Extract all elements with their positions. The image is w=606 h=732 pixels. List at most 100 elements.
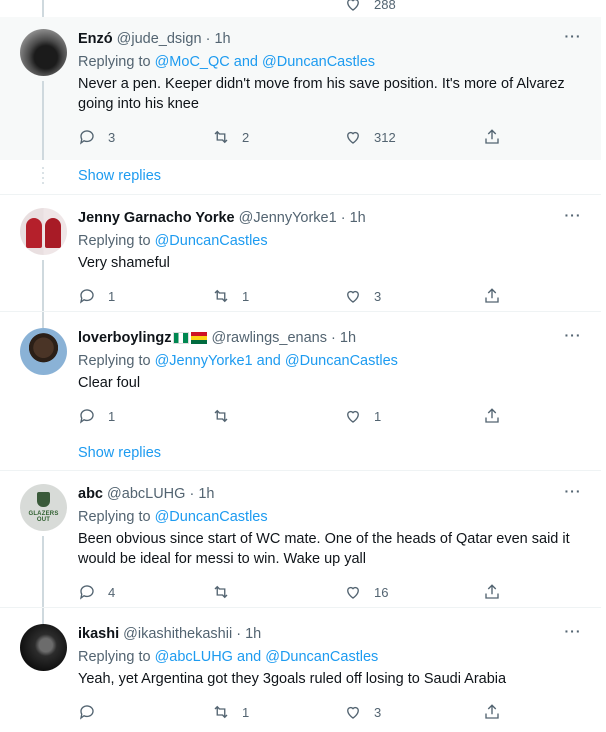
tweet-loverboylingz[interactable]: loverboylingz @rawlings_enans · 1h ··· R… xyxy=(0,316,601,436)
share-icon xyxy=(485,129,499,144)
tweet-actions: 1 3 xyxy=(78,702,518,724)
timestamp[interactable]: 1h xyxy=(198,486,214,502)
separator: · xyxy=(340,210,346,226)
thread-line xyxy=(42,536,44,612)
tweet-actions: 1 1 xyxy=(78,406,518,428)
avatar[interactable] xyxy=(20,208,67,255)
handle[interactable]: @jude_dsign xyxy=(117,31,202,47)
like-button[interactable]: 1 xyxy=(344,406,381,426)
retweet-icon xyxy=(214,705,228,719)
show-replies-link[interactable]: Show replies xyxy=(78,166,161,186)
mention-link[interactable]: @DuncanCastles xyxy=(262,54,375,70)
reply-button[interactable]: 4 xyxy=(78,582,115,602)
reply-icon xyxy=(79,705,94,720)
retweet-button[interactable]: 1 xyxy=(212,702,249,722)
like-button[interactable]: 312 xyxy=(344,127,396,147)
more-icon[interactable]: ··· xyxy=(563,484,583,504)
tweet-text: Yeah, yet Argentina got they 3goals rule… xyxy=(78,671,507,687)
timestamp[interactable]: 1h xyxy=(340,330,356,346)
display-name[interactable]: ikashi xyxy=(78,626,119,642)
more-icon[interactable]: ··· xyxy=(563,208,583,228)
retweet-button[interactable] xyxy=(212,582,242,602)
separator: · xyxy=(205,31,211,47)
mention-link[interactable]: @DuncanCastles xyxy=(155,233,268,249)
thread-line xyxy=(42,81,44,160)
tweet-actions: 4 16 xyxy=(78,582,518,604)
timestamp[interactable]: 1h xyxy=(245,626,261,642)
like-icon xyxy=(347,0,359,11)
tweet-enzo[interactable]: Enzó @jude_dsign · 1h ··· Replying to @M… xyxy=(0,0,601,160)
show-replies-row[interactable]: Show replies xyxy=(0,436,601,471)
like-button[interactable]: 3 xyxy=(344,702,381,722)
thread-line xyxy=(42,260,44,322)
avatar[interactable] xyxy=(20,624,67,671)
timestamp[interactable]: 1h xyxy=(214,31,230,47)
avatar[interactable]: GLAZERS OUT xyxy=(20,484,67,531)
reply-button[interactable]: 1 xyxy=(78,286,115,306)
thread-line xyxy=(42,316,44,328)
separator: · xyxy=(331,330,336,346)
retweet-icon xyxy=(214,585,228,599)
handle[interactable]: @ikashithekashii xyxy=(123,626,232,642)
display-name[interactable]: loverboylingz xyxy=(78,330,171,346)
mention-link[interactable]: @JennyYorke1 xyxy=(155,353,253,369)
share-button[interactable] xyxy=(483,286,501,306)
tweet-text: Clear foul xyxy=(78,375,141,391)
tweet-abc[interactable]: GLAZERS OUT abc @abcLUHG · 1h ··· Replyi… xyxy=(0,472,601,612)
handle[interactable]: @rawlings_enans xyxy=(212,330,327,346)
display-name[interactable]: Jenny Garnacho Yorke xyxy=(78,210,235,226)
tweet-header: abc @abcLUHG · 1h xyxy=(78,484,583,504)
replying-to: Replying to @MoC_QC and @DuncanCastles xyxy=(78,54,376,70)
reply-button[interactable]: 1 xyxy=(78,406,115,426)
tweet-jenny[interactable]: Jenny Garnacho Yorke @JennyYorke1 · 1h ·… xyxy=(0,196,601,322)
avatar[interactable] xyxy=(20,29,67,76)
share-button[interactable] xyxy=(483,127,501,147)
previous-like-button[interactable]: 288 xyxy=(344,0,396,12)
ghana-flag-icon xyxy=(191,332,208,344)
timestamp[interactable]: 1h xyxy=(350,210,366,226)
show-replies-link[interactable]: Show replies xyxy=(78,443,161,463)
like-button[interactable]: 16 xyxy=(344,582,388,602)
previous-tweet-actions: 288 xyxy=(78,0,518,12)
retweet-button[interactable]: 2 xyxy=(212,127,249,147)
like-icon xyxy=(347,706,359,719)
more-icon[interactable]: ··· xyxy=(563,328,583,348)
tweet-ikashi[interactable]: ikashi @ikashithekashii · 1h ··· Replyin… xyxy=(0,612,601,732)
nigeria-flag-icon xyxy=(173,332,190,344)
divider xyxy=(0,607,601,608)
divider xyxy=(0,311,601,312)
mention-link[interactable]: @DuncanCastles xyxy=(265,649,378,665)
flag-emojis xyxy=(171,330,208,350)
reply-button[interactable]: 3 xyxy=(78,127,115,147)
reply-icon xyxy=(79,409,94,424)
reply-button[interactable] xyxy=(78,702,108,722)
mention-link[interactable]: @DuncanCastles xyxy=(285,353,398,369)
like-icon xyxy=(347,586,359,599)
tweet-header: ikashi @ikashithekashii · 1h xyxy=(78,624,583,644)
handle[interactable]: @JennyYorke1 xyxy=(239,210,337,226)
share-button[interactable] xyxy=(483,582,501,602)
avatar[interactable] xyxy=(20,328,67,375)
more-icon[interactable]: ··· xyxy=(563,29,583,49)
thread-line xyxy=(42,0,44,17)
more-icon[interactable]: ··· xyxy=(563,624,583,644)
show-replies-row[interactable]: Show replies xyxy=(0,160,601,195)
mention-link[interactable]: @abcLUHG xyxy=(155,649,233,665)
like-button[interactable]: 3 xyxy=(344,286,381,306)
display-name[interactable]: abc xyxy=(78,486,103,502)
display-name[interactable]: Enzó xyxy=(78,31,113,47)
retweet-button[interactable] xyxy=(212,406,242,426)
mention-link[interactable]: @MoC_QC xyxy=(155,54,230,70)
thread-line xyxy=(42,612,44,624)
share-icon xyxy=(485,584,499,599)
retweet-button[interactable]: 1 xyxy=(212,286,249,306)
share-button[interactable] xyxy=(483,406,501,426)
thread-dots xyxy=(41,167,45,187)
share-icon xyxy=(485,408,499,423)
tweet-header: loverboylingz @rawlings_enans · 1h xyxy=(78,328,583,348)
mention-link[interactable]: @DuncanCastles xyxy=(155,509,268,525)
separator: · xyxy=(236,626,242,642)
handle[interactable]: @abcLUHG xyxy=(107,486,185,502)
share-button[interactable] xyxy=(483,702,501,722)
replying-to: Replying to @abcLUHG and @DuncanCastles xyxy=(78,649,379,665)
